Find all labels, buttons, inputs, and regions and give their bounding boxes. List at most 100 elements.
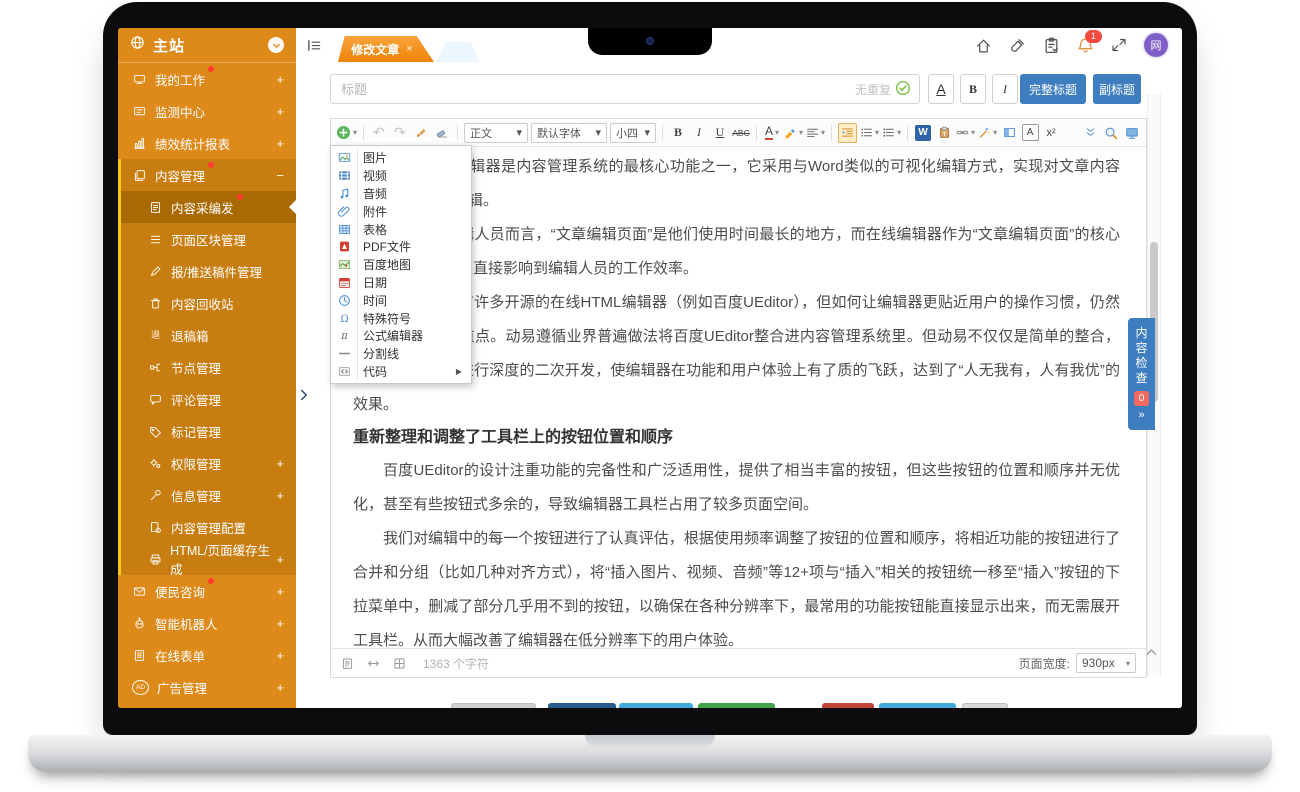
expand-toggle[interactable]: + xyxy=(276,456,284,471)
insert-menu-item-8[interactable]: 时间 xyxy=(331,291,471,309)
sidebar-item-8[interactable]: 退退稿箱 xyxy=(118,319,296,351)
action-button-sliver-4[interactable] xyxy=(822,703,874,708)
stretch-width-icon[interactable] xyxy=(367,657,380,670)
avatar[interactable]: 网 xyxy=(1144,33,1168,57)
expand-toggle[interactable]: − xyxy=(276,168,284,183)
expand-toggle[interactable]: + xyxy=(276,584,284,599)
sidebar-item-12[interactable]: 权限管理+ xyxy=(118,447,296,479)
sidebar-item-17[interactable]: 智能机器人+ xyxy=(118,607,296,639)
expand-toggle[interactable]: + xyxy=(276,552,284,567)
sidebar-collapse-handle[interactable] xyxy=(298,388,310,406)
title-input[interactable] xyxy=(330,74,920,104)
italic-button[interactable]: I xyxy=(690,123,708,143)
grid-icon[interactable] xyxy=(393,657,406,670)
sidebar-item-9[interactable]: 节点管理 xyxy=(118,351,296,383)
expand-toggle[interactable]: + xyxy=(276,136,284,151)
clean-brush-icon[interactable] xyxy=(1009,37,1026,54)
content-check-tab[interactable]: 内容检查 0 » xyxy=(1128,318,1155,430)
full-title-button[interactable]: 完整标题 xyxy=(1020,74,1086,104)
sidebar-header[interactable]: 主站 xyxy=(118,28,296,63)
ordered-list-button[interactable]: ▾ xyxy=(882,123,901,143)
sidebar-item-6[interactable]: 报/推送稿件管理 xyxy=(118,255,296,287)
sidebar-item-11[interactable]: 标记管理 xyxy=(118,415,296,447)
auto-format-button[interactable]: ▾ xyxy=(978,123,997,143)
home-icon[interactable] xyxy=(975,37,992,54)
tab-edit-article[interactable]: 修改文章 × xyxy=(338,36,434,62)
paragraph-select[interactable]: 正文▾ xyxy=(464,123,528,143)
fullscreen-icon[interactable] xyxy=(1111,37,1127,53)
expand-toggle[interactable]: + xyxy=(276,488,284,503)
sidebar-item-5[interactable]: 页面区块管理 xyxy=(118,223,296,255)
expand-toggle[interactable]: + xyxy=(276,72,284,87)
title-bold-button[interactable]: B xyxy=(960,74,986,104)
undo-icon[interactable]: ↶ xyxy=(370,123,388,143)
sidebar-item-13[interactable]: 信息管理+ xyxy=(118,479,296,511)
layout-button[interactable] xyxy=(1000,123,1018,143)
expand-toggle[interactable]: + xyxy=(276,104,284,119)
title-color-button[interactable]: A xyxy=(928,74,954,104)
font-color-button[interactable]: A▾ xyxy=(763,123,781,143)
chevron-down-circle-icon[interactable] xyxy=(268,37,284,53)
indent-button[interactable] xyxy=(838,123,857,143)
font-family-select[interactable]: 默认字体▾ xyxy=(531,123,607,143)
more-tools-button[interactable] xyxy=(1081,123,1099,143)
insert-menu-item-7[interactable]: 日期 xyxy=(331,274,471,292)
bullet-list-button[interactable]: ▾ xyxy=(860,123,879,143)
expand-toggle[interactable]: + xyxy=(276,680,284,695)
insert-menu-item-9[interactable]: Ω特殊符号 xyxy=(331,309,471,327)
action-button-sliver-2[interactable] xyxy=(619,703,693,708)
title-italic-button[interactable]: I xyxy=(992,74,1018,104)
insert-menu-item-11[interactable]: 分割线 xyxy=(331,345,471,363)
sidebar-item-1[interactable]: 监测中心+ xyxy=(118,95,296,127)
action-button-sliver-5[interactable] xyxy=(879,703,956,708)
insert-menu-item-1[interactable]: 视频 xyxy=(331,167,471,185)
sidebar-item-10[interactable]: 评论管理 xyxy=(118,383,296,415)
fullscreen-editor-button[interactable] xyxy=(1123,123,1141,143)
page-width-select[interactable]: 930px ▾ xyxy=(1076,653,1136,673)
bell-icon[interactable]: 1 xyxy=(1077,37,1094,54)
menu-fold-icon[interactable] xyxy=(307,38,322,53)
insert-menu-item-6[interactable]: 百度地图 xyxy=(331,256,471,274)
insert-menu-item-0[interactable]: 图片 xyxy=(331,149,471,167)
highlight-button[interactable]: ▾ xyxy=(784,123,803,143)
underline-button[interactable]: U xyxy=(711,123,729,143)
report-clipboard-icon[interactable] xyxy=(1043,37,1060,54)
sidebar-item-18[interactable]: 在线表单+ xyxy=(118,639,296,671)
expand-toggle[interactable]: + xyxy=(276,616,284,631)
align-button[interactable]: ▾ xyxy=(806,123,825,143)
sidebar-item-14[interactable]: 内容管理配置 xyxy=(118,511,296,543)
strikethrough-button[interactable]: ABC xyxy=(732,123,750,143)
element-path-icon[interactable] xyxy=(341,657,354,670)
preview-search-button[interactable] xyxy=(1102,123,1120,143)
expand-toggle[interactable]: + xyxy=(276,648,284,663)
sidebar-item-16[interactable]: 便民咨询+ xyxy=(118,575,296,607)
redo-icon[interactable]: ↷ xyxy=(391,123,409,143)
sidebar-item-0[interactable]: 我的工作+ xyxy=(118,63,296,95)
action-button-sliver-1[interactable] xyxy=(548,703,616,708)
action-button-sliver-6[interactable] xyxy=(962,703,1008,708)
insert-menu-item-10[interactable]: π公式编辑器 xyxy=(331,327,471,345)
bold-button[interactable]: B xyxy=(669,123,687,143)
sidebar-item-7[interactable]: 内容回收站 xyxy=(118,287,296,319)
sidebar-item-4[interactable]: 内容采编发 xyxy=(118,191,296,223)
insert-menu-item-3[interactable]: 附件 xyxy=(331,202,471,220)
sidebar-item-3[interactable]: 内容管理− xyxy=(118,159,296,191)
close-icon[interactable]: × xyxy=(406,43,412,55)
format-painter-icon[interactable] xyxy=(412,123,430,143)
insert-button[interactable]: ▾ xyxy=(336,123,357,143)
link-button[interactable]: ▾ xyxy=(956,123,975,143)
paste-text-button[interactable]: T xyxy=(935,123,953,143)
superscript-button[interactable]: x² xyxy=(1042,123,1060,143)
action-button-sliver-0[interactable] xyxy=(451,703,536,708)
font-size-select[interactable]: 小四▾ xyxy=(610,123,656,143)
eraser-icon[interactable] xyxy=(433,123,451,143)
insert-menu-item-5[interactable]: PDF文件 xyxy=(331,238,471,256)
action-button-sliver-3[interactable] xyxy=(698,703,775,708)
word-import-button[interactable]: W xyxy=(914,123,932,143)
sidebar-item-2[interactable]: 绩效统计报表+ xyxy=(118,127,296,159)
scroll-top-icon[interactable] xyxy=(1145,646,1158,659)
insert-menu-item-4[interactable]: 表格 xyxy=(331,220,471,238)
style-box-button[interactable]: A xyxy=(1021,123,1039,143)
sidebar-item-19[interactable]: AD广告管理+ xyxy=(118,671,296,703)
sub-title-button[interactable]: 副标题 xyxy=(1093,74,1141,104)
